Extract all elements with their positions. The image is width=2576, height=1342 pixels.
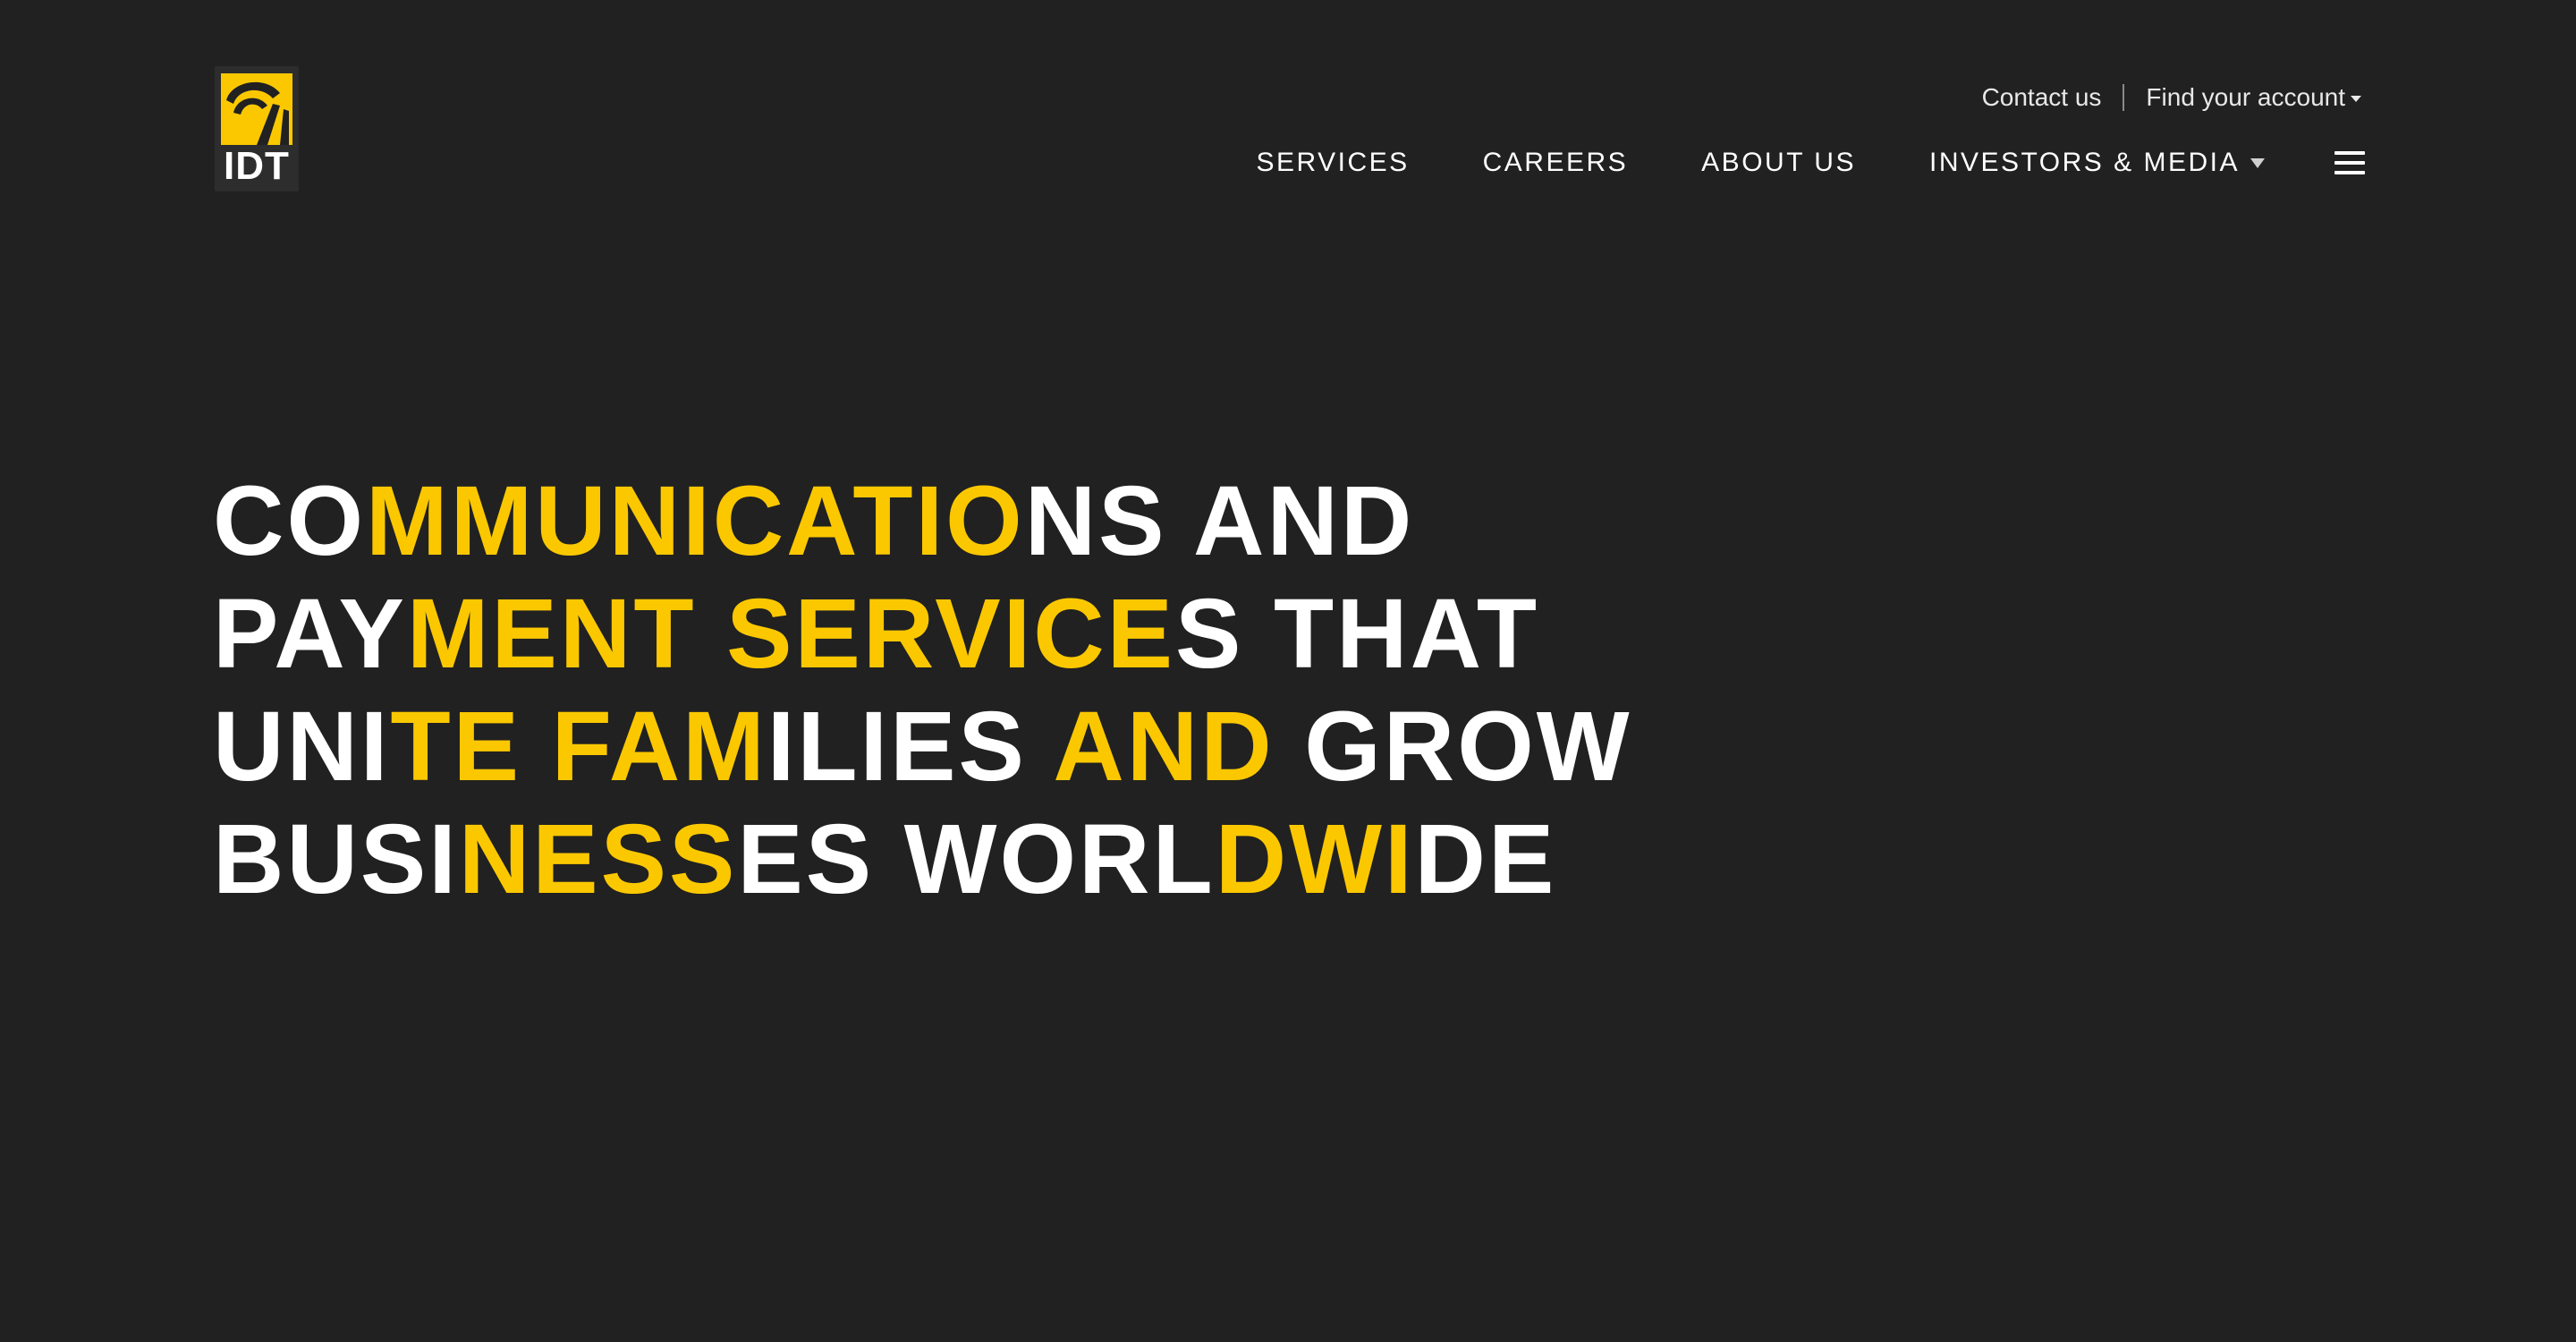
headline-segment-highlight: AND — [1053, 692, 1275, 802]
nav-item-label: SERVICES — [1256, 148, 1410, 177]
find-account-dropdown[interactable]: Find your account — [2146, 83, 2361, 112]
headline-segment: NS AND — [1024, 466, 1415, 576]
headline-segment: ILIES — [767, 692, 1054, 802]
main-nav: SERVICES CAREERS ABOUT US INVESTORS & ME… — [1256, 143, 2365, 183]
nav-item-investors-media[interactable]: INVESTORS & MEDIA — [1929, 148, 2265, 178]
contact-us-link[interactable]: Contact us — [1982, 83, 2102, 112]
headline-segment-highlight: DWI — [1215, 804, 1415, 914]
nav-item-label: CAREERS — [1482, 148, 1629, 177]
idt-arc-logo-icon — [221, 73, 292, 145]
headline-line: COMMUNICATIONS AND — [213, 465, 1632, 578]
nav-item-label: INVESTORS & MEDIA — [1928, 148, 2240, 177]
headline-segment-highlight: MENT SERVICE — [406, 579, 1176, 689]
find-account-label: Find your account — [2146, 83, 2345, 111]
headline-segment: S THAT — [1175, 579, 1540, 689]
headline-segment: DE — [1414, 804, 1557, 914]
nav-item-label: ABOUT US — [1701, 148, 1856, 177]
headline-segment: CO — [213, 466, 366, 576]
headline-segment-highlight: NESS — [458, 804, 738, 914]
nav-item-services[interactable]: SERVICES — [1256, 148, 1409, 178]
nav-item-about-us[interactable]: ABOUT US — [1701, 148, 1856, 178]
caret-down-icon — [2250, 157, 2265, 168]
headline-segment-highlight: TE FAM — [390, 692, 767, 802]
headline-segment: PAY — [213, 579, 407, 689]
hero-headline: COMMUNICATIONS AND PAYMENT SERVICES THAT… — [213, 465, 1632, 916]
headline-segment: ES WORL — [737, 804, 1216, 914]
headline-line: BUSINESSES WORLDWIDE — [213, 803, 1632, 916]
nav-item-careers[interactable]: CAREERS — [1483, 148, 1629, 178]
headline-line: PAYMENT SERVICES THAT — [213, 578, 1632, 691]
headline-segment: BUSI — [213, 804, 459, 914]
caret-down-icon — [2351, 95, 2361, 102]
logo-text: IDT — [224, 144, 290, 188]
headline-line: UNITE FAMILIES AND GROW — [213, 691, 1632, 803]
headline-segment-highlight: MMUNICATIO — [366, 466, 1025, 576]
utility-nav: Contact us Find your account — [1982, 81, 2361, 115]
idt-logo[interactable]: IDT — [215, 66, 299, 191]
headline-segment: GROW — [1274, 692, 1632, 802]
headline-segment: UNI — [213, 692, 391, 802]
hamburger-menu-icon[interactable] — [2334, 151, 2365, 174]
utility-divider — [2123, 84, 2125, 111]
